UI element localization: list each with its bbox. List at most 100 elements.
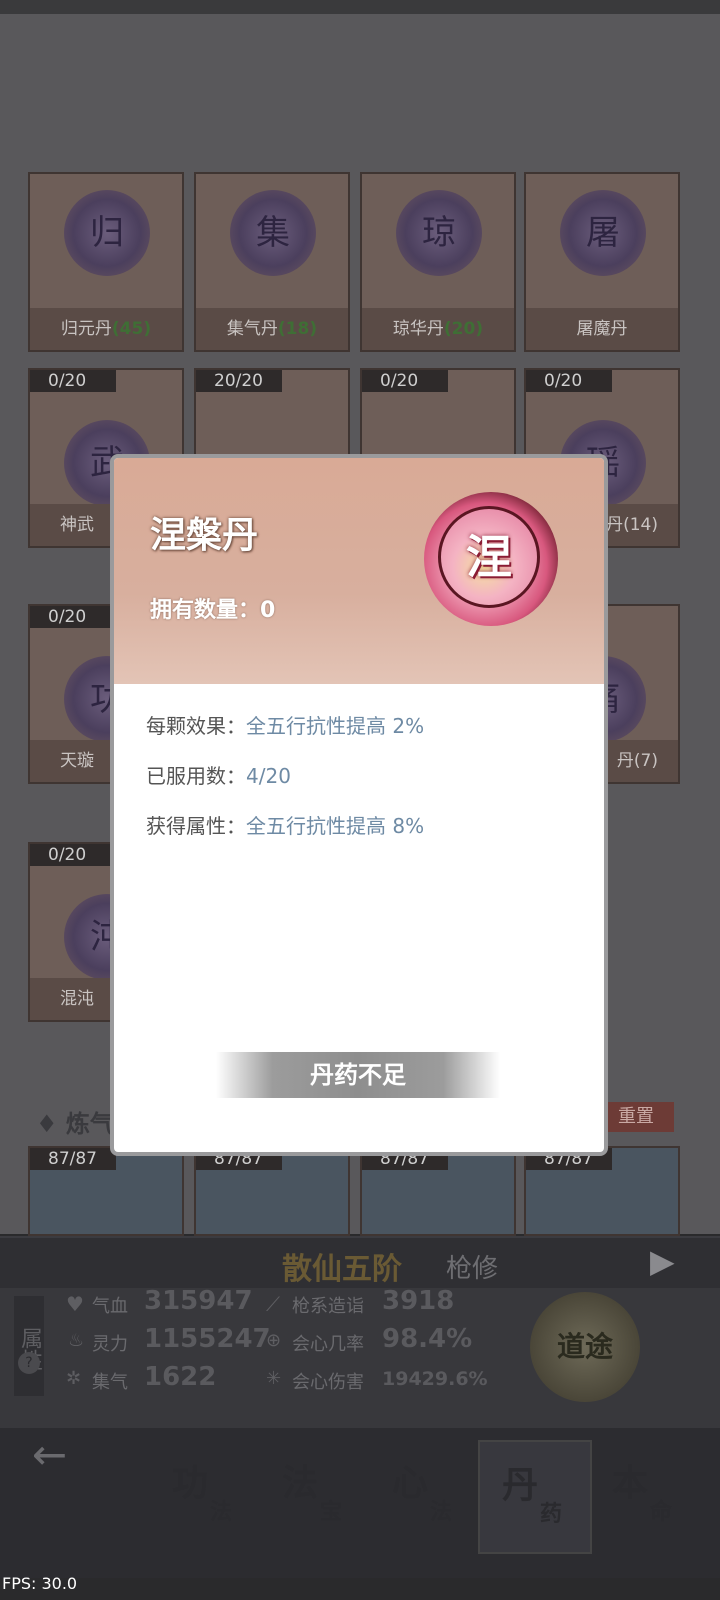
pill-medal-icon: 归 xyxy=(64,190,150,276)
owned-quantity: 拥有数量：0 xyxy=(150,592,275,624)
crit-rate-icon: ⊕ xyxy=(266,1330,282,1351)
pill-count: 20/20 xyxy=(196,370,282,392)
swirl-icon: ✲ xyxy=(66,1368,82,1389)
tab-gongfa[interactable]: 功法 xyxy=(150,1440,260,1550)
stats-panel: 属性 ? ♥ 气血 315947 ♨ 灵力 1155247 ✲ 集气 1622 … xyxy=(0,1286,720,1428)
dao-path-badge[interactable]: 道途 xyxy=(530,1292,640,1402)
pill-medal-char: 屠 xyxy=(586,213,620,253)
fps-counter: FPS: 30.0 xyxy=(2,1574,78,1593)
popup-title: 涅槃丹 xyxy=(150,515,259,556)
realm-title: 散仙五阶 xyxy=(282,1252,402,1287)
pill-count: 0/20 xyxy=(30,606,116,628)
tab-small-char: 命 xyxy=(650,1499,673,1525)
pill-card-guiyuan[interactable]: 归 归元丹(45) xyxy=(28,172,184,352)
pill-detail-popup: 涅槃丹 拥有数量：0 涅 每颗效果：全五行抗性提高 2% 已服用数：4/20 获… xyxy=(110,454,608,1156)
pill-icon: 涅 xyxy=(424,492,558,626)
realm-subtitle: 枪修 xyxy=(446,1254,499,1284)
pill-medal-char: 琼 xyxy=(422,213,456,253)
tab-big-char: 心 xyxy=(392,1462,429,1504)
tab-fabao[interactable]: 法宝 xyxy=(260,1440,370,1550)
tab-big-char: 本 xyxy=(612,1462,649,1504)
tab-small-char: 法 xyxy=(430,1499,453,1525)
realm-bar: 散仙五阶 枪修 ▶ xyxy=(0,1236,720,1288)
stat-value-hp: 315947 xyxy=(144,1286,253,1316)
owned-label: 拥有数量： xyxy=(150,598,261,623)
pill-medal-char: 集 xyxy=(256,213,290,253)
pill-card-name: 集气丹(18) xyxy=(196,308,348,350)
section-label-text: 炼气 xyxy=(65,1110,114,1138)
pill-count: 0/20 xyxy=(30,370,116,392)
back-arrow-icon[interactable]: ← xyxy=(32,1430,67,1479)
pill-qty: (20) xyxy=(443,319,484,339)
reset-button[interactable]: 重置 xyxy=(598,1102,674,1132)
gained-row: 获得属性：全五行抗性提高 8% xyxy=(146,810,424,839)
stat-label-crit-damage: 会心伤害 xyxy=(292,1372,364,1393)
spear-icon: ⟋ xyxy=(266,1292,280,1316)
next-arrow-icon[interactable]: ▶ xyxy=(650,1242,675,1280)
pill-medal-icon: 琼 xyxy=(396,190,482,276)
stat-value-spear: 3918 xyxy=(382,1286,455,1316)
stat-value-crit-damage: 19429.6% xyxy=(382,1368,488,1390)
tab-small-char: 法 xyxy=(210,1499,233,1525)
pill-icon-char: 涅 xyxy=(466,530,512,584)
pill-card[interactable]: 87/87 xyxy=(28,1146,184,1236)
pill-qty: (18) xyxy=(277,319,318,339)
effect-value: 全五行抗性提高 2% xyxy=(246,714,425,738)
pill-card-name: 屠魔丹 xyxy=(526,308,678,350)
owned-value: 0 xyxy=(260,598,276,623)
pill-card-tumo[interactable]: 屠 屠魔丹 xyxy=(524,172,680,352)
pill-medal-icon: 屠 xyxy=(560,190,646,276)
stat-value-gather: 1622 xyxy=(144,1362,217,1392)
pill-count: 0/20 xyxy=(30,844,116,866)
pill-count: 0/20 xyxy=(526,370,612,392)
pill-card[interactable]: 87/87 xyxy=(524,1146,680,1236)
stat-value-crit-rate: 98.4% xyxy=(382,1324,473,1354)
pill-card-name: 归元丹(45) xyxy=(30,308,182,350)
tab-big-char: 丹 xyxy=(502,1464,539,1506)
tab-small-char: 宝 xyxy=(320,1499,343,1525)
flame-icon: ♨ xyxy=(68,1330,85,1351)
tab-xinfa[interactable]: 心法 xyxy=(370,1440,480,1550)
pill-card[interactable]: 87/87 xyxy=(194,1146,350,1236)
pill-name-text: 琼华丹 xyxy=(392,319,444,339)
pill-qty: (45) xyxy=(111,319,152,339)
pill-medal-char: 归 xyxy=(90,213,124,253)
attributes-tab[interactable]: 属性 xyxy=(14,1296,44,1396)
section-label: ♦ 炼气 xyxy=(36,1110,114,1138)
stat-label-crit-rate: 会心几率 xyxy=(292,1334,364,1355)
tab-big-char: 法 xyxy=(282,1462,319,1504)
stat-label-mp: 灵力 xyxy=(92,1334,128,1355)
effect-label: 每颗效果： xyxy=(146,714,246,738)
pill-count: 0/20 xyxy=(362,370,448,392)
pill-card-name: 琼华丹(20) xyxy=(362,308,514,350)
pill-medal-icon: 集 xyxy=(230,190,316,276)
pill-card-qionghua[interactable]: 琼 琼华丹(20) xyxy=(360,172,516,352)
gained-label: 获得属性： xyxy=(146,814,246,838)
effect-row: 每颗效果：全五行抗性提高 2% xyxy=(146,710,424,739)
used-value: 4/20 xyxy=(246,764,291,788)
tab-big-char: 功 xyxy=(172,1462,209,1504)
tab-benming[interactable]: 本命 xyxy=(590,1440,700,1550)
crit-damage-icon: ✳ xyxy=(266,1368,282,1389)
tab-danyao[interactable]: 丹药 xyxy=(478,1440,592,1554)
heart-icon: ♥ xyxy=(66,1292,84,1316)
stat-label-spear: 枪系造诣 xyxy=(292,1296,364,1317)
pill-icon-inner: 涅 xyxy=(438,506,540,608)
popup-header: 涅槃丹 拥有数量：0 涅 xyxy=(114,458,604,684)
pill-name-text: 屠魔丹 xyxy=(576,319,628,339)
gained-value: 全五行抗性提高 8% xyxy=(246,814,425,838)
used-label: 已服用数： xyxy=(146,764,246,788)
stat-label-hp: 气血 xyxy=(92,1296,128,1317)
pill-name-text: 集气丹 xyxy=(226,319,278,339)
help-icon[interactable]: ? xyxy=(18,1352,40,1374)
stat-value-mp: 1155247 xyxy=(144,1324,271,1354)
pill-card[interactable]: 87/87 xyxy=(360,1146,516,1236)
used-row: 已服用数：4/20 xyxy=(146,760,291,789)
tab-small-char: 药 xyxy=(540,1501,563,1527)
stat-label-gather: 集气 xyxy=(92,1372,128,1393)
insufficient-pills-button[interactable]: 丹药不足 xyxy=(216,1052,500,1098)
pill-card-jiqi[interactable]: 集 集气丹(18) xyxy=(194,172,350,352)
pill-name-text: 归元丹 xyxy=(60,319,112,339)
top-status-bar xyxy=(0,0,720,14)
pill-count: 87/87 xyxy=(30,1148,116,1170)
